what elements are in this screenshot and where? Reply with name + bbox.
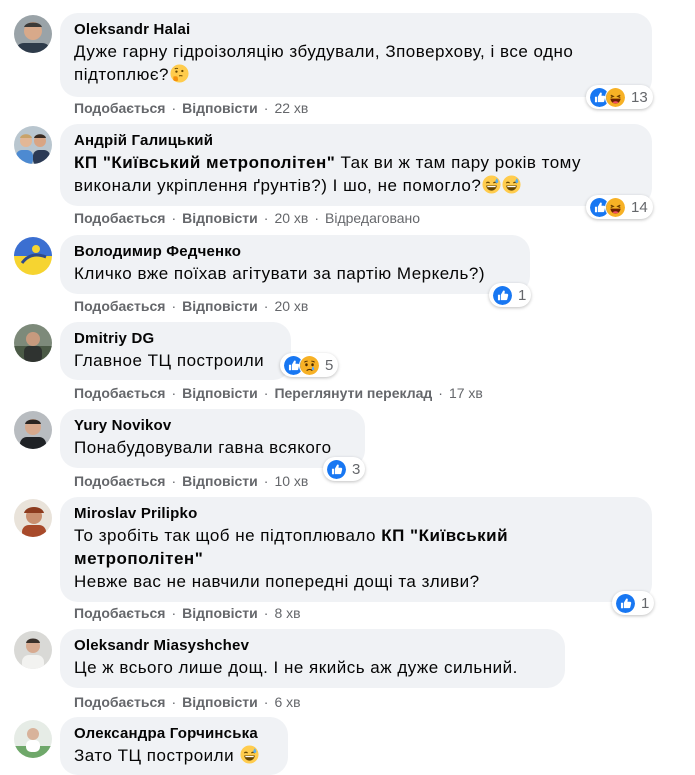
reaction-summary[interactable]: 14 [586,195,653,219]
comment-time[interactable]: 8 хв [274,605,300,621]
reply-button[interactable]: Відповісти [182,605,258,621]
reaction-count: 1 [518,286,527,304]
like-button[interactable]: Подобається [74,605,165,621]
comment-actions: Подобається · Відповісти · 8 хв [74,605,301,621]
mention-link[interactable]: метрополітен" [74,549,203,568]
reaction-summary[interactable]: 13 [586,85,653,109]
comment-text-line: Главное ТЦ построили [74,351,265,370]
avatar[interactable] [14,15,52,53]
comment-bubble: Dmitriy DG Главное ТЦ построили [60,322,291,380]
sad-reaction-icon [299,354,320,376]
comment-author[interactable]: Dmitriy DG [74,329,277,349]
like-reaction-icon [615,592,636,614]
reaction-count: 3 [352,460,361,478]
comment-text-line: Невже вас не навчили попередні дощі та з… [74,572,480,591]
avatar[interactable] [14,237,52,275]
mention-link[interactable]: КП "Київський метрополітен" [74,153,335,172]
comment-text-line: підтоплює? [74,63,638,86]
grinning-sweat-emoji [502,175,521,194]
comment-text-line: Це ж всього лише дощ. І не якийсь аж дуж… [74,658,518,677]
comment-author[interactable]: Oleksandr Miasyshchev [74,636,551,656]
comment-author[interactable]: Олександра Горчинська [74,724,274,744]
reaction-count: 5 [325,356,334,374]
comment-time[interactable]: 17 хв [449,385,483,401]
comment-bubble: Олександра Горчинська Зато ТЦ построили [60,717,288,775]
reply-button[interactable]: Відповісти [182,385,258,401]
reply-button[interactable]: Відповісти [182,298,258,314]
comment-actions: Подобається · Відповісти · 6 хв [74,694,301,710]
comment-author[interactable]: Андрій Галицький [74,131,638,151]
avatar[interactable] [14,411,52,449]
reaction-count: 1 [641,594,650,612]
comment-actions: Подобається · Відповісти · 20 хв · Відредагова… [74,210,421,226]
haha-reaction-icon [605,86,626,108]
like-button[interactable]: Подобається [74,210,165,226]
comment-actions: Подобається · Відповісти · 22 хв [74,100,309,116]
reply-button[interactable]: Відповісти [182,473,258,489]
reaction-count: 13 [631,88,648,106]
comment-time[interactable]: 10 хв [274,473,308,489]
comment-text-line: Кличко вже поїхав агітувати за партію Ме… [74,264,486,283]
comment-actions: Подобається · Відповісти · 10 хв [74,473,309,489]
like-button[interactable]: Подобається [74,298,165,314]
avatar[interactable] [14,720,52,758]
comment-text-line: Дуже гарну гідроізоляцію збудували, Зпов… [74,42,574,61]
reaction-summary[interactable]: 1 [489,283,532,307]
comment-time[interactable]: 22 хв [274,100,308,116]
comment-text-line: Зато ТЦ построили [74,744,274,767]
comment-author[interactable]: Володимир Федченко [74,242,516,262]
avatar[interactable] [14,499,52,537]
reaction-summary[interactable]: 1 [612,591,655,615]
reply-button[interactable]: Відповісти [182,100,258,116]
see-translation-link[interactable]: Переглянути переклад [274,385,432,401]
edited-label: Відредаговано [325,210,421,226]
thinking-face-emoji [170,64,189,83]
haha-reaction-icon [605,196,626,218]
like-reaction-icon [326,458,347,480]
comment-time[interactable]: 20 хв [274,210,308,226]
like-button[interactable]: Подобається [74,100,165,116]
comment-bubble: Miroslav Prilipko То зробіть так щоб не … [60,497,652,602]
grinning-sweat-emoji [482,175,501,194]
reaction-summary[interactable]: 3 [323,457,366,481]
comment-bubble: Yury Novikov Понабудовували гавна всяког… [60,409,365,468]
reaction-count: 14 [631,198,648,216]
like-reaction-icon [492,284,513,306]
avatar[interactable] [14,631,52,669]
comment-bubble: Oleksandr Halai Дуже гарну гідроізоляцію… [60,13,652,97]
comment-bubble: Oleksandr Miasyshchev Це ж всього лише д… [60,629,565,688]
comment-text-line: метрополітен" [74,547,638,570]
comment-time[interactable]: 20 хв [274,298,308,314]
comment-time[interactable]: 6 хв [274,694,300,710]
avatar[interactable] [14,324,52,362]
reply-button[interactable]: Відповісти [182,210,258,226]
avatar[interactable] [14,126,52,164]
comment-author[interactable]: Oleksandr Halai [74,20,638,40]
like-button[interactable]: Подобається [74,473,165,489]
reaction-summary[interactable]: 5 [280,353,339,377]
reply-button[interactable]: Відповісти [182,694,258,710]
previous-comment-fragment [470,0,610,2]
comment-actions: Подобається · Відповісти · 20 хв [74,298,309,314]
comment-text-line: виконали укріплення ґрунтів?) І шо, не п… [74,174,638,197]
grinning-sweat-emoji [240,745,259,764]
like-button[interactable]: Подобається [74,694,165,710]
comment-bubble: Володимир Федченко Кличко вже поїхав агі… [60,235,530,294]
comment-text-line: КП "Київський метрополітен" Так ви ж там… [74,153,582,172]
mention-link[interactable]: КП "Київський [381,526,508,545]
comment-text-line: То зробіть так щоб не підтоплювало КП "К… [74,526,509,545]
comment-bubble: Андрій Галицький КП "Київський метрополі… [60,124,652,206]
comment-actions: Подобається · Відповісти · Переглянути перек… [74,385,483,401]
comment-author[interactable]: Miroslav Prilipko [74,504,638,524]
comment-text-line: Понабудовували гавна всякого [74,438,332,457]
comment-author[interactable]: Yury Novikov [74,416,351,436]
like-button[interactable]: Подобається [74,385,165,401]
